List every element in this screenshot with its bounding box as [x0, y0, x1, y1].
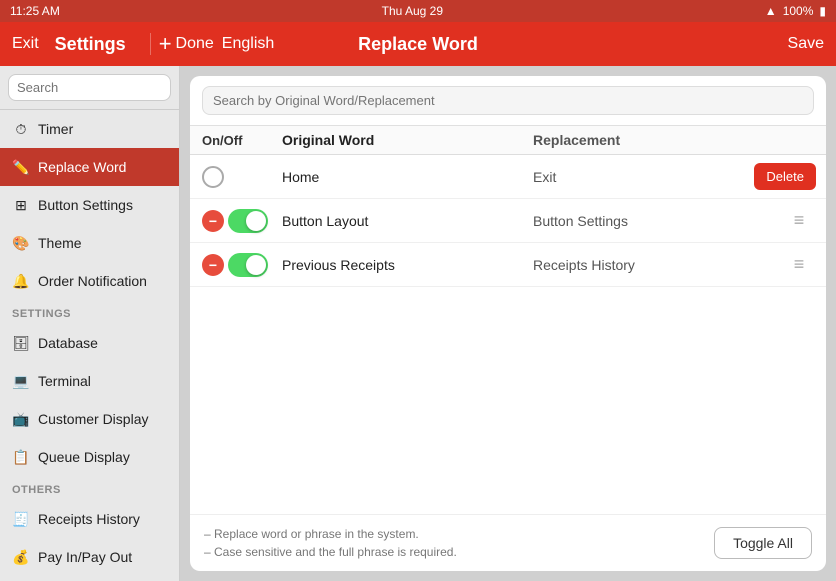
row-previous-receipts-drag[interactable]: ≡ — [784, 254, 814, 275]
footer-note-1: – Replace word or phrase in the system. — [204, 525, 457, 543]
header-drag — [784, 132, 814, 148]
timer-icon: ⏱ — [12, 120, 30, 138]
content-spacer — [190, 287, 826, 514]
sidebar-item-queue-display[interactable]: 📋 Queue Display — [0, 438, 179, 476]
database-icon: 🗄 — [12, 334, 30, 352]
sidebar-item-receipts-history[interactable]: 🧾 Receipts History — [0, 500, 179, 538]
terminal-icon: 💻 — [12, 372, 30, 390]
others-section-label: OTHERS — [0, 476, 179, 500]
row-previous-receipts-original: Previous Receipts — [282, 257, 533, 273]
sidebar-search-input[interactable] — [8, 74, 171, 101]
toggle-knob — [246, 211, 266, 231]
row-home-original: Home — [282, 169, 533, 185]
done-button[interactable]: Done — [176, 35, 214, 53]
row-button-layout-toggle-container: − — [202, 209, 282, 233]
footer-note-2: – Case sensitive and the full phrase is … — [204, 543, 457, 561]
battery-label: 100% — [783, 4, 814, 18]
row-button-layout-toggle[interactable] — [228, 209, 268, 233]
sidebar-item-theme-label: Theme — [38, 235, 82, 251]
sidebar: ⏱ Timer ✏️ Replace Word ⊞ Button Setting… — [0, 66, 180, 581]
settings-title: Settings — [55, 34, 126, 55]
sidebar-item-database[interactable]: 🗄 Database — [0, 324, 179, 362]
sidebar-item-customer-display-label: Customer Display — [38, 411, 148, 427]
row-button-layout-drag[interactable]: ≡ — [784, 210, 814, 231]
header-divider — [150, 33, 151, 55]
sidebar-item-terminal[interactable]: 💻 Terminal — [0, 362, 179, 400]
content-inner: On/Off Original Word Replacement Home Ex… — [190, 76, 826, 571]
exit-button[interactable]: Exit — [12, 35, 39, 53]
wifi-icon: ▲ — [765, 4, 777, 18]
sidebar-item-pay-in-pay-out-label: Pay In/Pay Out — [38, 549, 132, 565]
add-button[interactable]: + — [159, 31, 172, 57]
content-area: On/Off Original Word Replacement Home Ex… — [180, 66, 836, 581]
sidebar-item-custody[interactable]: 🔐 Custody — [0, 576, 179, 581]
sidebar-item-pay-in-pay-out[interactable]: 💰 Pay In/Pay Out — [0, 538, 179, 576]
page-title: Replace Word — [358, 34, 478, 55]
content-search-input[interactable] — [202, 86, 814, 115]
content-search-container — [190, 76, 826, 126]
sidebar-item-timer-label: Timer — [38, 121, 73, 137]
sidebar-item-theme[interactable]: 🎨 Theme — [0, 224, 179, 262]
sidebar-item-button-settings[interactable]: ⊞ Button Settings — [0, 186, 179, 224]
table-row: Home Exit ≡ Delete — [190, 155, 826, 199]
language-label[interactable]: English — [222, 35, 274, 53]
replace-word-icon: ✏️ — [12, 158, 30, 176]
row-button-layout-minus[interactable]: − — [202, 210, 224, 232]
row-previous-receipts-toggle-container: − — [202, 253, 282, 277]
receipts-history-icon: 🧾 — [12, 510, 30, 528]
main-layout: ⏱ Timer ✏️ Replace Word ⊞ Button Setting… — [0, 66, 836, 581]
sidebar-item-replace-word[interactable]: ✏️ Replace Word — [0, 148, 179, 186]
row-home-delete-button[interactable]: Delete — [754, 163, 816, 190]
row-button-layout-original: Button Layout — [282, 213, 533, 229]
button-settings-icon: ⊞ — [12, 196, 30, 214]
header-replacement: Replacement — [533, 132, 784, 148]
sidebar-search-container — [0, 66, 179, 110]
queue-display-icon: 📋 — [12, 448, 30, 466]
row-home-replacement: Exit — [533, 169, 784, 185]
row-previous-receipts-replacement: Receipts History — [533, 257, 784, 273]
row-home-toggle-container — [202, 166, 282, 188]
sidebar-item-order-notification[interactable]: 🔔 Order Notification — [0, 262, 179, 300]
table-row: − Previous Receipts Receipts History ≡ — [190, 243, 826, 287]
row-button-layout-replacement: Button Settings — [533, 213, 784, 229]
sidebar-item-order-notification-label: Order Notification — [38, 273, 147, 289]
sidebar-item-button-settings-label: Button Settings — [38, 197, 133, 213]
status-date: Thu Aug 29 — [382, 4, 443, 18]
toggle-knob — [246, 255, 266, 275]
order-notification-icon: 🔔 — [12, 272, 30, 290]
status-bar: 11:25 AM Thu Aug 29 ▲ 100% ▮ — [0, 0, 836, 22]
sidebar-item-timer[interactable]: ⏱ Timer — [0, 110, 179, 148]
settings-section-label: SETTINGS — [0, 300, 179, 324]
table-row: − Button Layout Button Settings ≡ — [190, 199, 826, 243]
table-header: On/Off Original Word Replacement — [190, 126, 826, 155]
save-button[interactable]: Save — [788, 35, 824, 53]
toggle-all-button[interactable]: Toggle All — [714, 527, 812, 559]
customer-display-icon: 📺 — [12, 410, 30, 428]
sidebar-item-terminal-label: Terminal — [38, 373, 91, 389]
sidebar-item-queue-display-label: Queue Display — [38, 449, 130, 465]
theme-icon: 🎨 — [12, 234, 30, 252]
row-previous-receipts-toggle[interactable] — [228, 253, 268, 277]
content-footer: – Replace word or phrase in the system. … — [190, 514, 826, 571]
pay-in-pay-out-icon: 💰 — [12, 548, 30, 566]
header-original: Original Word — [282, 132, 533, 148]
row-previous-receipts-minus[interactable]: − — [202, 254, 224, 276]
header: Exit Settings + Done English Replace Wor… — [0, 22, 836, 66]
status-time: 11:25 AM — [10, 4, 60, 18]
row-home-toggle[interactable] — [202, 166, 224, 188]
sidebar-item-database-label: Database — [38, 335, 98, 351]
sidebar-item-customer-display[interactable]: 📺 Customer Display — [0, 400, 179, 438]
battery-icon: ▮ — [819, 4, 826, 18]
sidebar-item-receipts-history-label: Receipts History — [38, 511, 140, 527]
footer-notes: – Replace word or phrase in the system. … — [204, 525, 457, 561]
header-onoff: On/Off — [202, 132, 282, 148]
sidebar-item-replace-word-label: Replace Word — [38, 159, 126, 175]
